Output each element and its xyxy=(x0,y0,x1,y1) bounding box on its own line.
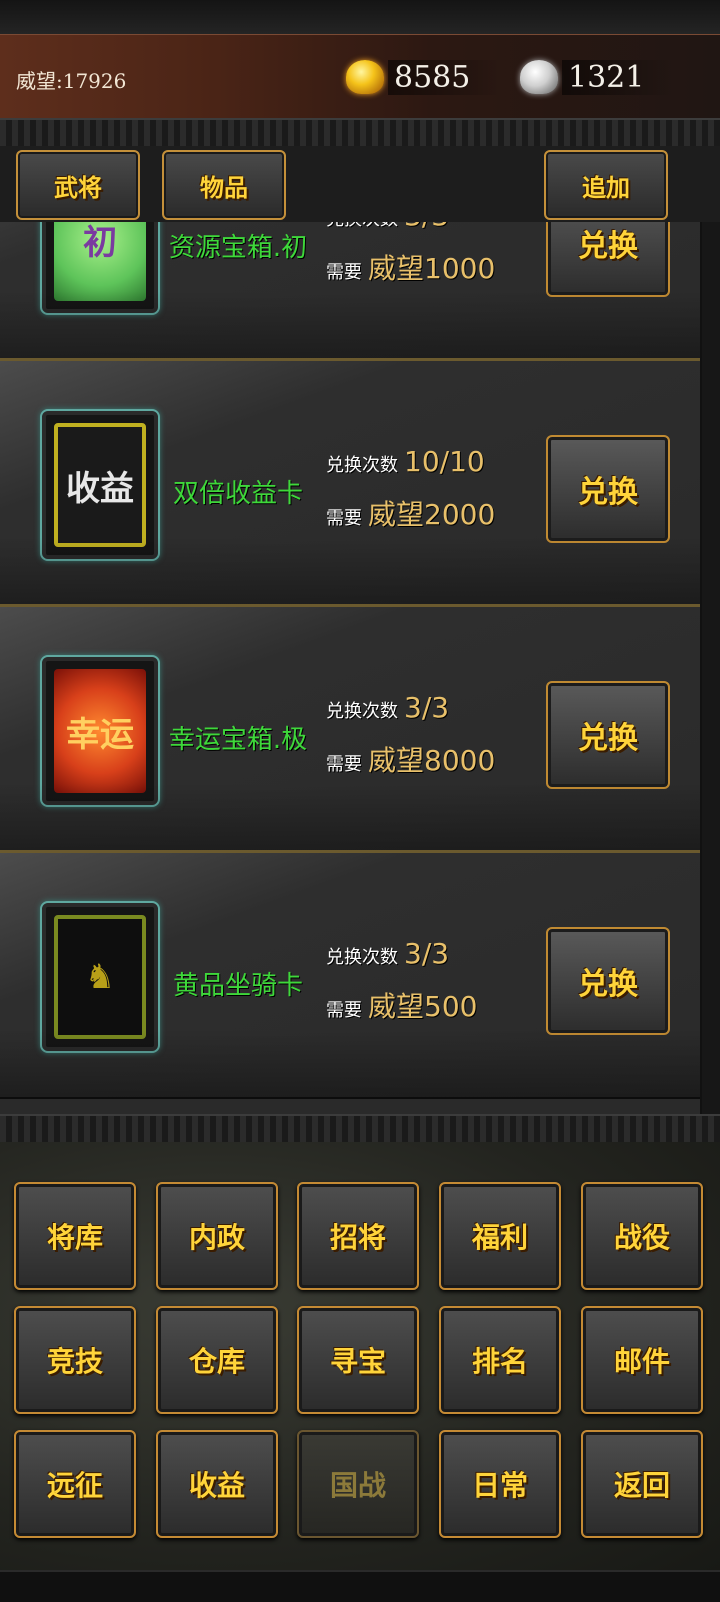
icon-glyph: 幸运 xyxy=(54,669,146,793)
exchange-row: 初 资源宝箱.初 兑换次数 3/3 需要威望1000 兑换 xyxy=(0,222,700,361)
count-label: 兑换次数 xyxy=(326,222,398,230)
gold-value: 8585 xyxy=(388,59,500,95)
cost-value: 威望1000 xyxy=(368,252,496,285)
menu-button-recruit[interactable]: 招将 xyxy=(297,1182,419,1290)
count-value: 3/3 xyxy=(404,222,449,232)
cost-label: 需要 xyxy=(326,754,362,775)
count-value: 3/3 xyxy=(404,691,450,724)
count-value: 10/10 xyxy=(404,445,485,478)
exchange-count: 兑换次数 3/3 xyxy=(326,691,449,724)
count-label: 兑换次数 xyxy=(326,455,398,476)
exchange-count: 兑换次数 3/3 xyxy=(326,222,449,232)
menu-button-expedition[interactable]: 远征 xyxy=(14,1430,136,1538)
item-name: 幸运宝箱.极 xyxy=(168,725,308,755)
gold-currency: 8585 xyxy=(346,57,500,97)
menu-button-income[interactable]: 收益 xyxy=(156,1430,278,1538)
main-menu: 将库 内政 招将 福利 战役 竞技 仓库 寻宝 排名 邮件 远征 收益 国战 日… xyxy=(0,1142,720,1570)
exchange-cost: 需要 威望8000 xyxy=(326,739,495,779)
tab-generals[interactable]: 武将 xyxy=(16,150,140,220)
menu-button-general-storage[interactable]: 将库 xyxy=(14,1182,136,1290)
cost-label: 需要 xyxy=(326,1000,362,1021)
menu-button-campaign[interactable]: 战役 xyxy=(581,1182,703,1290)
cost-label: 需要 xyxy=(326,262,362,283)
item-name: 黄品坐骑卡 xyxy=(172,971,303,1001)
redeem-button[interactable]: 兑换 xyxy=(546,435,670,543)
resource-chest-icon[interactable]: 初 xyxy=(40,222,160,315)
redeem-button[interactable]: 兑换 xyxy=(546,681,670,789)
menu-button-welfare[interactable]: 福利 xyxy=(439,1182,561,1290)
menu-button-mail[interactable]: 邮件 xyxy=(581,1306,703,1414)
cost-value: 威望500 xyxy=(368,990,478,1023)
mount-card-icon[interactable]: ♞ xyxy=(40,901,160,1053)
menu-button-internal-affairs[interactable]: 内政 xyxy=(156,1182,278,1290)
tab-items[interactable]: 物品 xyxy=(162,150,286,220)
icon-glyph: ♞ xyxy=(54,915,146,1039)
double-income-card-icon[interactable]: 收益 xyxy=(40,409,160,561)
item-name: 双倍收益卡 xyxy=(172,479,303,509)
exchange-row: ♞ 黄品坐骑卡 兑换次数 3/3 需要 威望500 兑换 xyxy=(0,850,700,1099)
silver-ingot-icon xyxy=(520,60,558,94)
cost-value: 威望8000 xyxy=(368,744,496,777)
count-value: 3/3 xyxy=(404,937,450,970)
exchange-cost: 需要 威望1000 xyxy=(326,247,495,287)
icon-glyph: 收益 xyxy=(54,423,146,547)
exchange-count: 兑换次数 10/10 xyxy=(326,445,485,478)
count-label: 兑换次数 xyxy=(326,701,398,722)
tab-bar: 武将 物品 追加 xyxy=(0,146,720,222)
silver-currency: 1321 xyxy=(520,57,674,97)
prestige-label: 威望:17926 xyxy=(16,69,127,93)
menu-button-warehouse[interactable]: 仓库 xyxy=(156,1306,278,1414)
menu-button-back[interactable]: 返回 xyxy=(581,1430,703,1538)
exchange-row: 收益 双倍收益卡 兑换次数 10/10 需要 威望2000 兑换 xyxy=(0,358,700,607)
exchange-count: 兑换次数 3/3 xyxy=(326,937,449,970)
icon-glyph: 初 xyxy=(54,222,146,301)
exchange-row: 幸运 幸运宝箱.极 兑换次数 3/3 需要 威望8000 兑换 xyxy=(0,604,700,853)
menu-button-arena[interactable]: 竞技 xyxy=(14,1306,136,1414)
menu-button-ranking[interactable]: 排名 xyxy=(439,1306,561,1414)
count-label: 兑换次数 xyxy=(326,947,398,968)
menu-button-treasure-hunt[interactable]: 寻宝 xyxy=(297,1306,419,1414)
menu-button-daily[interactable]: 日常 xyxy=(439,1430,561,1538)
item-name: 资源宝箱.初 xyxy=(168,233,308,263)
redeem-button[interactable]: 兑换 xyxy=(546,927,670,1035)
resource-header: 威望:17926 8585 1321 xyxy=(0,34,720,120)
cost-label: 需要 xyxy=(326,508,362,529)
redeem-button[interactable]: 兑换 xyxy=(546,222,670,297)
menu-button-national-war: 国战 xyxy=(297,1430,419,1538)
tab-add[interactable]: 追加 xyxy=(544,150,668,220)
footer-strip xyxy=(0,1570,720,1602)
cost-value: 威望2000 xyxy=(368,498,496,531)
top-strip xyxy=(0,0,720,36)
exchange-cost: 需要 威望500 xyxy=(326,985,477,1025)
lucky-chest-icon[interactable]: 幸运 xyxy=(40,655,160,807)
silver-value: 1321 xyxy=(562,59,674,95)
exchange-list[interactable]: 初 资源宝箱.初 兑换次数3/3 需要威望1000 兑换 收益 双倍收益卡 兑换… xyxy=(0,222,702,1114)
exchange-cost: 需要 威望2000 xyxy=(326,493,495,533)
gold-ingot-icon xyxy=(346,60,384,94)
